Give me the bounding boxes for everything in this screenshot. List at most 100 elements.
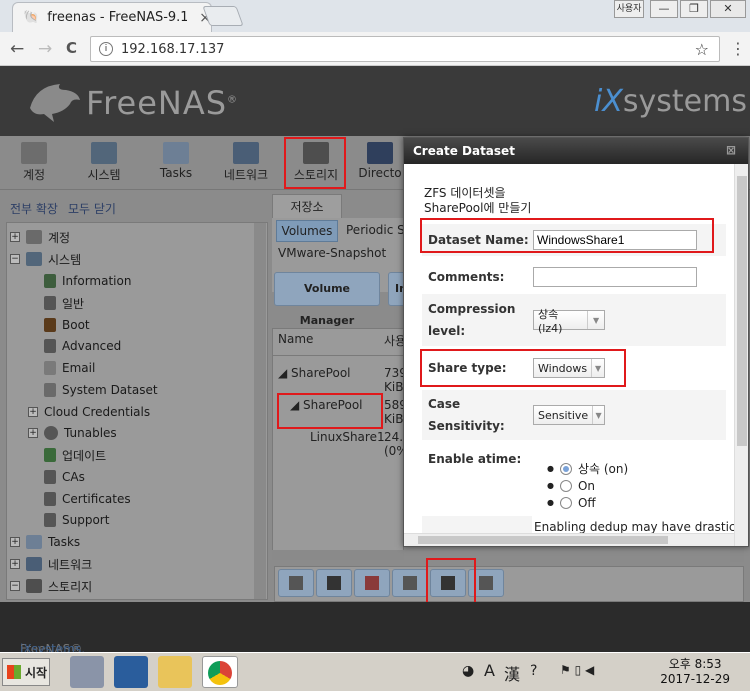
collapse-all-link[interactable]: 모두 닫기 xyxy=(68,200,116,217)
expand-all-link[interactable]: 전부 확장 xyxy=(10,200,58,217)
tree-item-certificates[interactable]: Certificates xyxy=(44,489,131,509)
case-sensitivity-select[interactable]: Sensitive ▼ xyxy=(533,405,605,425)
language-bar-icon[interactable]: ◕ xyxy=(462,663,474,679)
ime-hanja[interactable]: 漢 xyxy=(504,661,520,685)
dedup-warning: Enabling dedup may have drastic xyxy=(534,520,734,534)
close-icon[interactable]: ⊠ xyxy=(726,143,736,157)
atime-option-on[interactable]: ● On xyxy=(547,477,628,494)
subtab-vmware-snapshot[interactable]: VMware-Snapshot xyxy=(278,246,386,260)
system-clock[interactable]: 오후 8:53 2017-12-29 xyxy=(660,657,730,687)
tree-item-network[interactable]: + 네트워크 xyxy=(10,554,92,574)
user-profile-button[interactable]: 사용자 xyxy=(614,0,644,18)
server-manager-icon[interactable] xyxy=(70,656,104,688)
volume-manager-button[interactable]: Volume Manager xyxy=(274,272,380,327)
radio-button[interactable] xyxy=(559,479,572,492)
radio-button[interactable] xyxy=(559,496,572,509)
chrome-icon[interactable] xyxy=(202,656,238,688)
tree-item-advanced[interactable]: Advanced xyxy=(44,336,121,356)
dataset-row[interactable]: LinuxShare1 xyxy=(310,430,385,444)
delete-icon xyxy=(365,576,379,590)
toolbar-tasks[interactable]: Tasks xyxy=(146,142,206,186)
ime-mode-a[interactable]: A xyxy=(484,661,495,680)
tree-item-system-dataset[interactable]: System Dataset xyxy=(44,380,158,400)
dialog-vertical-scrollbar[interactable] xyxy=(734,164,748,546)
toolbar-system[interactable]: 시스템 xyxy=(74,142,134,186)
reload-button[interactable]: C xyxy=(66,39,77,57)
tree-item-boot[interactable]: Boot xyxy=(44,315,90,335)
table-hscroll[interactable] xyxy=(272,550,404,560)
tray-icons[interactable]: ⚑ ▯ ◀ xyxy=(560,663,594,677)
new-tab-button[interactable] xyxy=(202,6,244,26)
bookmark-star-icon[interactable]: ☆ xyxy=(695,40,709,59)
import-volume-button[interactable]: In xyxy=(388,272,404,306)
tree-item-general[interactable]: 일반 xyxy=(44,293,84,313)
toolbar-directory[interactable]: Directo xyxy=(356,142,404,186)
help-icon[interactable]: ? xyxy=(530,663,537,679)
address-input[interactable]: i 192.168.17.137 ☆ xyxy=(90,36,720,62)
tree-item-cloud-credentials[interactable]: + Cloud Credentials xyxy=(28,402,150,422)
collapse-toggle[interactable]: − xyxy=(10,581,20,591)
maximize-button[interactable]: ❐ xyxy=(680,0,708,18)
tree-item-cas[interactable]: CAs xyxy=(44,467,85,487)
tree-item-tasks[interactable]: + Tasks xyxy=(10,532,80,552)
wrench-icon xyxy=(44,296,56,310)
radio-button[interactable] xyxy=(559,462,572,475)
close-window-button[interactable]: ✕ xyxy=(710,0,746,18)
tree-item-account[interactable]: + 계정 xyxy=(10,227,70,247)
forward-button[interactable]: → xyxy=(38,39,52,59)
update-icon xyxy=(44,448,56,462)
expand-toggle[interactable]: + xyxy=(10,559,20,569)
tree-item-email[interactable]: Email xyxy=(44,358,95,378)
expand-toggle[interactable]: + xyxy=(10,232,20,242)
detach-icon xyxy=(289,576,303,590)
page-footer: FreeNAS® © 2016 iXsystems, Inc. xyxy=(0,602,750,670)
browser-tab-bar: 🐚 freenas - FreeNAS-9.1 × 사용자 — ❐ ✕ xyxy=(0,0,750,32)
collapse-toggle[interactable]: − xyxy=(10,254,20,264)
create-dataset-button[interactable] xyxy=(316,569,352,597)
share-type-highlight xyxy=(420,349,626,387)
subtab-periodic[interactable]: Periodic S xyxy=(346,223,405,237)
tree-arrow-icon: ◢ xyxy=(278,366,292,380)
storage-icon xyxy=(26,579,42,593)
tree-item-support[interactable]: Support xyxy=(44,510,109,530)
comments-row: Comments: xyxy=(422,260,726,294)
delete-dataset-button[interactable] xyxy=(354,569,390,597)
tree-item-storage[interactable]: − 스토리지 xyxy=(10,576,92,596)
detach-volume-button[interactable] xyxy=(278,569,314,597)
minimize-button[interactable]: — xyxy=(650,0,678,18)
subtab-volumes[interactable]: Volumes xyxy=(276,220,338,242)
start-button[interactable]: 시작 xyxy=(2,658,50,686)
tree-scrollbar[interactable] xyxy=(254,223,266,599)
toolbar-account[interactable]: 계정 xyxy=(4,142,64,186)
dataset-icon xyxy=(44,383,56,397)
expand-toggle[interactable]: + xyxy=(10,537,20,547)
file-explorer-icon[interactable] xyxy=(158,656,192,688)
browser-menu-icon[interactable]: ⋮ xyxy=(730,39,746,58)
compression-select[interactable]: 상속 (lz4) ▼ xyxy=(533,308,605,335)
tasks-icon xyxy=(26,535,42,549)
expand-toggle[interactable]: + xyxy=(28,407,38,417)
browser-tab[interactable]: 🐚 freenas - FreeNAS-9.1 × xyxy=(12,2,212,32)
expand-toggle[interactable]: + xyxy=(28,428,38,438)
tree-item-system[interactable]: − 시스템 xyxy=(10,249,81,269)
atime-radio-group: ● 상속 (on) ● On ● Off xyxy=(533,448,628,528)
info-icon[interactable]: i xyxy=(99,42,113,56)
edit-options-button[interactable] xyxy=(392,569,428,597)
windows-logo-icon xyxy=(7,665,21,679)
toolbar-network[interactable]: 네트워크 xyxy=(216,142,276,186)
tree-item-tunables[interactable]: + Tunables xyxy=(28,423,117,443)
dialog-horizontal-scrollbar[interactable] xyxy=(404,533,734,546)
back-button[interactable]: ← xyxy=(10,39,24,59)
tree-item-update[interactable]: 업데이트 xyxy=(44,445,106,465)
comments-input[interactable] xyxy=(533,267,697,287)
atime-option-inherit[interactable]: ● 상속 (on) xyxy=(547,460,628,477)
volume-row[interactable]: ◢ SharePool xyxy=(278,366,351,380)
wrench-icon xyxy=(403,576,417,590)
powershell-icon[interactable] xyxy=(114,656,148,688)
tab-storage[interactable]: 저장소 xyxy=(272,194,342,218)
certificate-icon xyxy=(44,470,56,484)
atime-option-off[interactable]: ● Off xyxy=(547,494,628,511)
column-name-header[interactable]: Name xyxy=(278,332,313,346)
compression-row: Compression level: 상속 (lz4) ▼ xyxy=(422,294,726,346)
tree-item-information[interactable]: Information xyxy=(44,271,131,291)
